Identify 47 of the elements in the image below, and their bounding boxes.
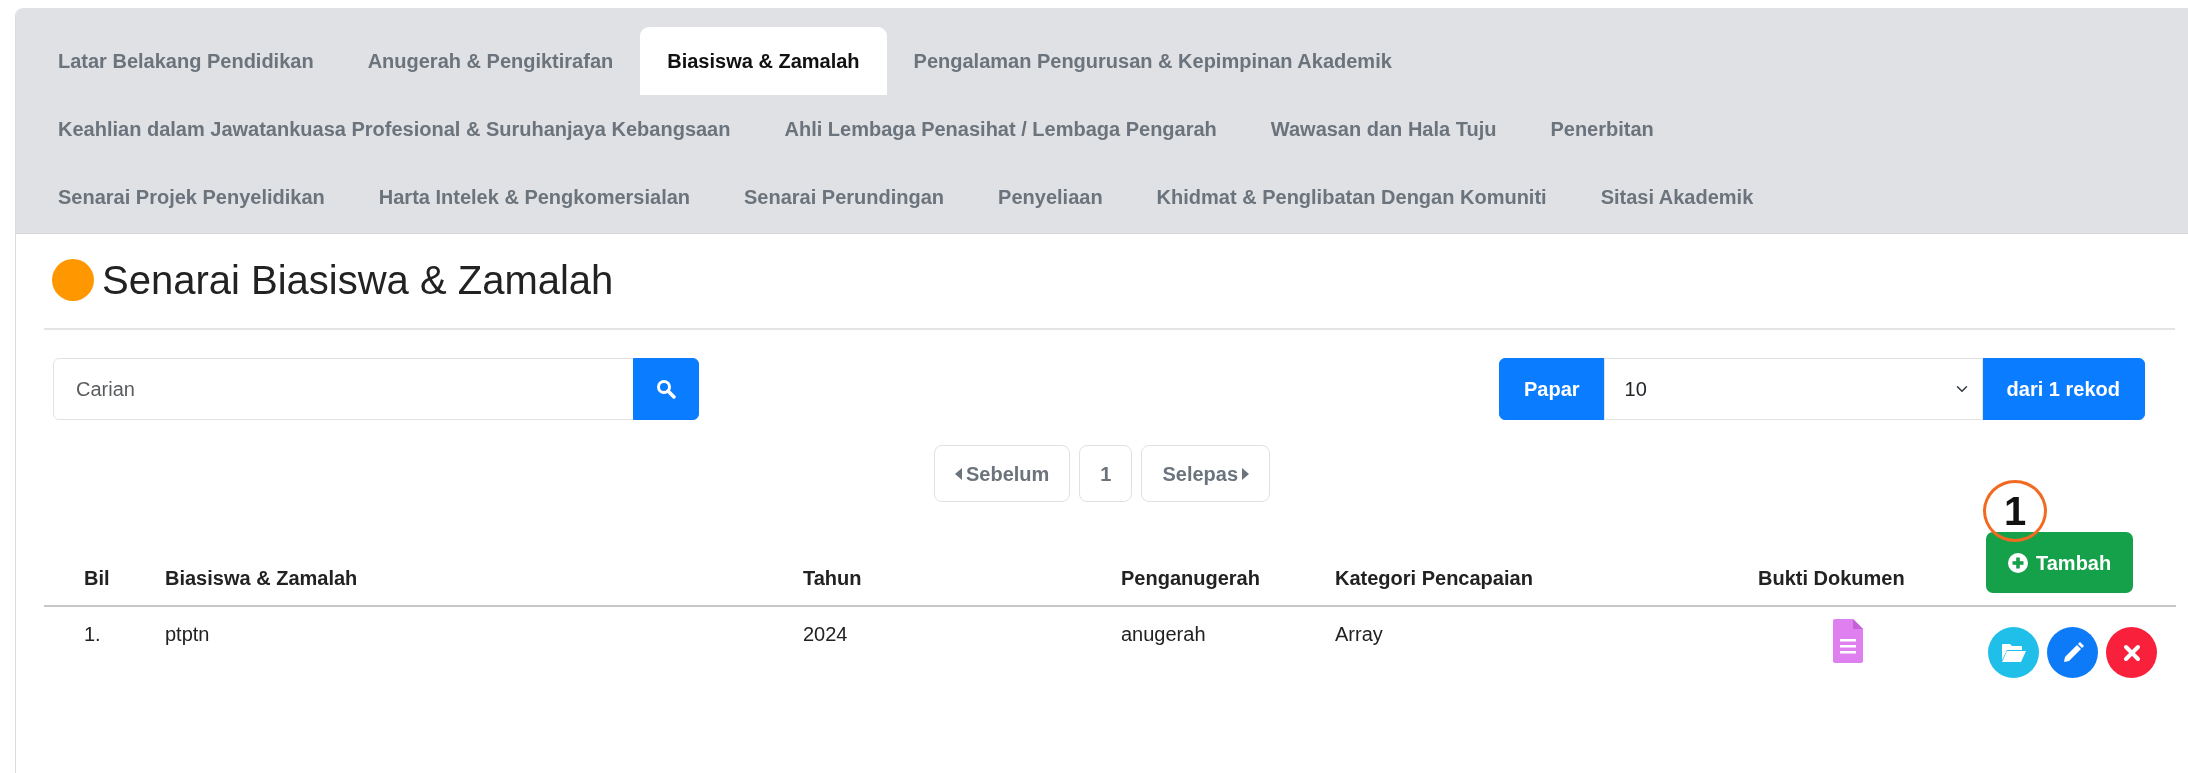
search-field[interactable]: Carian — [53, 358, 634, 420]
add-button[interactable]: Tambah — [1986, 532, 2134, 593]
folder-icon — [2000, 642, 2027, 663]
tab[interactable]: Wawasan dan Hala Tuju — [1243, 95, 1524, 163]
tab[interactable]: Penyeliaan — [971, 163, 1130, 231]
tab[interactable]: Penerbitan — [1523, 95, 1681, 163]
page-size-label: Papar — [1499, 358, 1605, 420]
column-header: Bukti Dokumen — [1758, 567, 1905, 589]
page-button[interactable]: 1 — [1079, 445, 1133, 502]
tab[interactable]: Biasiswa & Zamalah — [640, 27, 887, 95]
tab[interactable]: Khidmat & Penglibatan Dengan Komuniti — [1129, 163, 1574, 231]
open-folder-button[interactable] — [1988, 627, 2039, 678]
plus-circle-icon — [2008, 552, 2028, 573]
tab[interactable]: Keahlian dalam Jawatankuasa Profesional & Suruhanjaya Kebangsaan — [31, 95, 758, 163]
tab[interactable]: Ahli Lembaga Penasihat / Lembaga Pengarah — [757, 95, 1244, 163]
pencil-icon — [2061, 641, 2084, 664]
tab[interactable]: Senarai Projek Penyelidikan — [31, 163, 352, 231]
column-header: Bil — [84, 567, 110, 589]
tab[interactable]: Sitasi Akademik — [1573, 163, 1781, 231]
edit-button[interactable] — [2047, 627, 2098, 678]
document-icon[interactable] — [1833, 619, 1863, 663]
tab[interactable]: Anugerah & Pengiktirafan — [340, 27, 641, 95]
page-title: Senarai Biasiswa & Zamalah — [102, 257, 614, 304]
tab[interactable]: Harta Intelek & Pengkomersialan — [351, 163, 718, 231]
page-size-select[interactable]: 10 — [1603, 358, 1983, 420]
tab[interactable]: Latar Belakang Pendidikan — [31, 27, 341, 95]
search-button[interactable] — [633, 358, 699, 420]
table-cell: ptptn — [165, 623, 210, 645]
close-icon — [2122, 643, 2141, 662]
column-header: Biasiswa & Zamalah — [165, 567, 358, 589]
delete-button[interactable] — [2106, 627, 2157, 678]
column-header: Tahun — [803, 567, 862, 589]
record-count-label: dari 1 rekod — [1981, 358, 2145, 420]
previous-button[interactable]: Sebelum — [933, 445, 1071, 502]
table-cell: anugerah — [1121, 623, 1206, 645]
column-header: Kategori Pencapaian — [1335, 567, 1533, 589]
next-button[interactable]: Selepas — [1141, 445, 1271, 502]
caret-right-icon — [1242, 467, 1250, 480]
tab[interactable]: Pengalaman Pengurusan & Kepimpinan Akademik — [886, 27, 1419, 95]
tab[interactable]: Senarai Perundingan — [717, 163, 972, 231]
table-cell: 2024 — [803, 623, 848, 645]
table-cell: Array — [1335, 623, 1383, 645]
column-header: Penganugerah — [1121, 567, 1260, 589]
annotation-marker: 1 — [1983, 480, 2047, 542]
caret-left-icon — [954, 467, 962, 480]
table-cell: 1. — [84, 623, 101, 645]
search-icon — [656, 379, 676, 399]
